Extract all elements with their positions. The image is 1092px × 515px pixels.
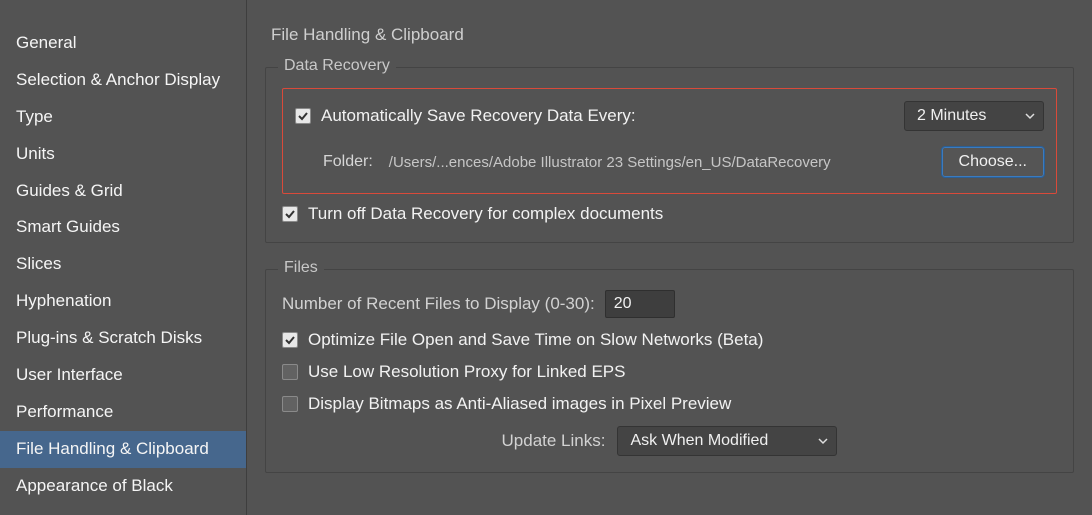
sidebar-item-file-handling[interactable]: File Handling & Clipboard [0, 431, 246, 468]
turn-off-complex-label: Turn off Data Recovery for complex docum… [308, 204, 663, 224]
check-icon [297, 110, 309, 122]
recent-files-label: Number of Recent Files to Display (0-30)… [282, 294, 595, 314]
sidebar-item-user-interface[interactable]: User Interface [0, 357, 246, 394]
main-panel: File Handling & Clipboard Data Recovery … [247, 0, 1092, 515]
sidebar-item-plugins-scratch[interactable]: Plug-ins & Scratch Disks [0, 320, 246, 357]
optimize-network-checkbox[interactable] [282, 332, 298, 348]
low-res-proxy-checkbox[interactable] [282, 364, 298, 380]
sidebar-item-appearance-black[interactable]: Appearance of Black [0, 468, 246, 505]
files-legend: Files [278, 259, 324, 277]
display-bitmaps-label: Display Bitmaps as Anti-Aliased images i… [308, 394, 731, 414]
folder-path: /Users/...ences/Adobe Illustrator 23 Set… [389, 154, 831, 171]
data-recovery-legend: Data Recovery [278, 57, 396, 75]
display-bitmaps-checkbox[interactable] [282, 396, 298, 412]
chevron-down-icon [818, 436, 828, 446]
files-group: Files Number of Recent Files to Display … [265, 269, 1074, 473]
update-links-label: Update Links: [502, 431, 606, 451]
chevron-down-icon [1025, 111, 1035, 121]
data-recovery-group: Data Recovery Automatically Save Recover… [265, 67, 1074, 243]
recovery-interval-select[interactable]: 2 Minutes [904, 101, 1044, 131]
sidebar-item-performance[interactable]: Performance [0, 394, 246, 431]
update-links-value: Ask When Modified [630, 432, 768, 450]
optimize-network-label: Optimize File Open and Save Time on Slow… [308, 330, 763, 350]
folder-label: Folder: [323, 153, 373, 171]
check-icon [284, 334, 296, 346]
sidebar-item-guides-grid[interactable]: Guides & Grid [0, 173, 246, 210]
sidebar-item-selection-anchor[interactable]: Selection & Anchor Display [0, 62, 246, 99]
sidebar-item-type[interactable]: Type [0, 99, 246, 136]
recent-files-input[interactable] [605, 290, 675, 318]
page-title: File Handling & Clipboard [265, 25, 1074, 45]
preferences-sidebar: General Selection & Anchor Display Type … [0, 0, 247, 515]
update-links-select[interactable]: Ask When Modified [617, 426, 837, 456]
choose-folder-button[interactable]: Choose... [942, 147, 1044, 177]
turn-off-complex-checkbox[interactable] [282, 206, 298, 222]
sidebar-item-hyphenation[interactable]: Hyphenation [0, 283, 246, 320]
sidebar-item-units[interactable]: Units [0, 136, 246, 173]
auto-save-checkbox[interactable] [295, 108, 311, 124]
sidebar-item-slices[interactable]: Slices [0, 246, 246, 283]
check-icon [284, 208, 296, 220]
sidebar-item-general[interactable]: General [0, 25, 246, 62]
recovery-interval-value: 2 Minutes [917, 107, 986, 125]
auto-save-label: Automatically Save Recovery Data Every: [321, 106, 636, 126]
sidebar-item-smart-guides[interactable]: Smart Guides [0, 209, 246, 246]
low-res-proxy-label: Use Low Resolution Proxy for Linked EPS [308, 362, 626, 382]
data-recovery-highlight: Automatically Save Recovery Data Every: … [282, 88, 1057, 194]
